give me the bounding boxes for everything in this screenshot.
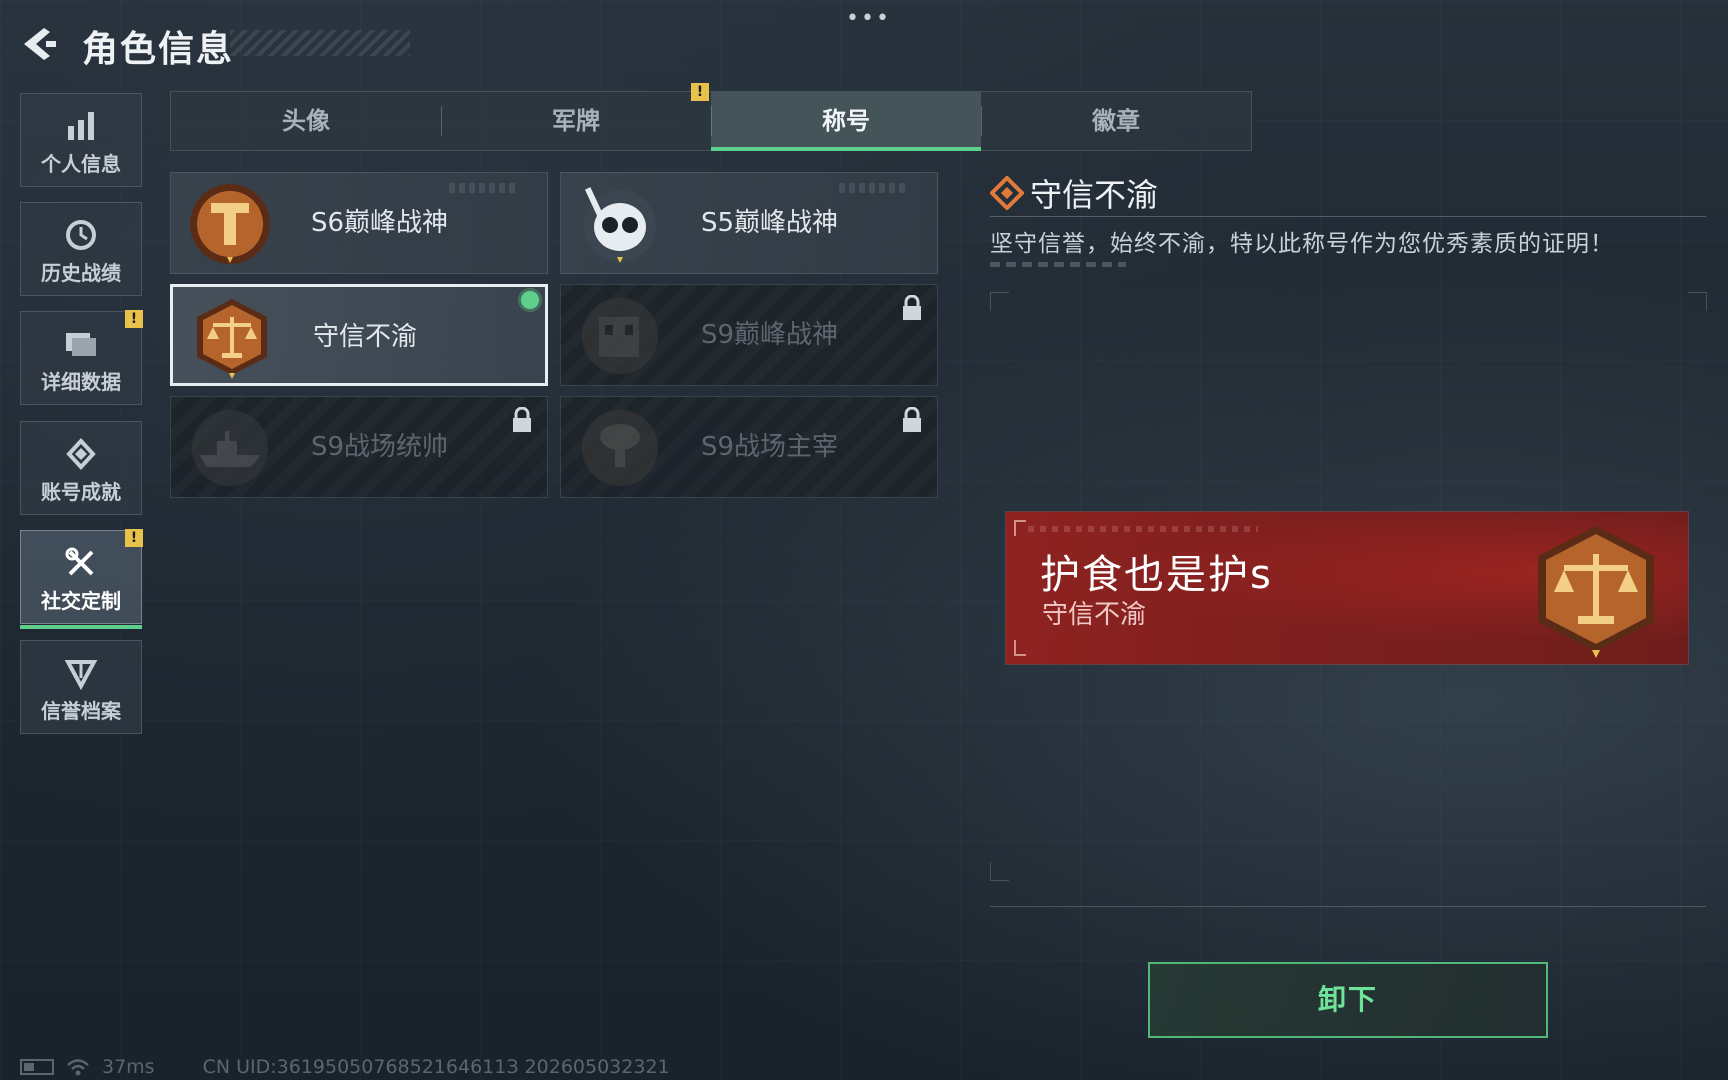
uid-text: CN UID:3619505076852164611З 202605032321 — [202, 1056, 670, 1078]
preview-title: 守信不渝 — [1042, 600, 1147, 630]
tab-avatar[interactable]: 头像 — [171, 92, 441, 150]
t-shield-emblem-icon — [190, 184, 270, 264]
title-card-label: S6巅峰战神 — [311, 208, 449, 238]
title-card-label: S9战场主宰 — [701, 432, 839, 462]
description-decoration — [990, 262, 1126, 267]
sidebar-item-label: 个人信息 — [41, 152, 121, 176]
back-arrow-icon[interactable] — [20, 24, 60, 64]
sidebar-item-credit-record[interactable]: 信誉档案 — [20, 640, 142, 734]
sidebar-item-achievements[interactable]: 账号成就 — [20, 421, 142, 515]
diamond-title-icon — [990, 176, 1024, 210]
bar-chart-icon — [21, 108, 141, 144]
title-card-label: S9战场统帅 — [311, 432, 449, 462]
sidebar-item-match-history[interactable]: 历史战绩 — [20, 202, 142, 296]
more-options-icon[interactable]: ••• — [846, 6, 891, 31]
sidebar-item-label: 详细数据 — [41, 370, 121, 394]
tab-title[interactable]: 称号 — [711, 92, 981, 151]
lock-icon — [903, 295, 921, 320]
tab-dog-tag[interactable]: 军牌 — [441, 92, 711, 150]
shield-icon — [21, 655, 141, 691]
title-card-label: 守信不渝 — [313, 322, 418, 352]
ship-emblem-icon — [192, 410, 268, 486]
unequip-button[interactable]: 卸下 — [1148, 962, 1548, 1038]
warning-badge: ! — [125, 310, 143, 328]
lock-icon — [513, 407, 531, 432]
divider — [990, 906, 1706, 907]
scales-emblem-icon — [1538, 526, 1654, 658]
title-card-locked[interactable]: S9巅峰战神 — [560, 284, 938, 386]
lock-icon — [903, 407, 921, 432]
clock-icon — [21, 217, 141, 253]
card-decoration — [839, 183, 909, 193]
title-card[interactable]: S6巅峰战神 — [170, 172, 548, 274]
selected-title-description: 坚守信誉，始终不渝，特以此称号作为您优秀素质的证明！ — [990, 231, 1614, 257]
frame-corner — [990, 862, 1009, 881]
scales-emblem-icon — [197, 299, 267, 379]
page-title: 角色信息 — [82, 29, 235, 70]
sidebar-item-label: 账号成就 — [41, 480, 121, 504]
title-card[interactable]: S5巅峰战神 — [560, 172, 938, 274]
title-category-tabs: 头像 军牌 称号 徽章 — [170, 91, 1252, 151]
sidebar-item-personal-info[interactable]: 个人信息 — [20, 93, 142, 187]
status-bar: 37ms CN UID:3619505076852164611З 2026050… — [20, 1056, 670, 1078]
equipped-indicator-icon — [521, 291, 539, 309]
tools-icon — [21, 545, 141, 581]
wifi-icon — [67, 1059, 89, 1076]
folder-icon — [21, 326, 141, 362]
achievement-icon — [21, 436, 141, 472]
title-card-locked[interactable]: S9战场主宰 — [560, 396, 938, 498]
sidebar-item-label: 历史战绩 — [41, 261, 121, 285]
sidebar-item-social-custom[interactable]: 社交定制 ! — [20, 529, 143, 629]
card-decoration — [449, 183, 519, 193]
title-card-label: S5巅峰战神 — [701, 208, 839, 238]
title-preview-banner: 护食也是护s 守信不渝 — [1006, 512, 1688, 664]
title-decoration — [230, 30, 410, 56]
banner-decoration — [1028, 526, 1258, 532]
frame-corner — [990, 292, 1009, 311]
player-name: 护食也是护s — [1040, 552, 1273, 598]
title-card-selected[interactable]: 守信不渝 — [170, 284, 548, 386]
title-card-locked[interactable]: S9战场统帅 — [170, 396, 548, 498]
building-emblem-icon — [582, 298, 658, 374]
sidebar-item-label: 社交定制 — [41, 589, 121, 613]
title-card-label: S9巅峰战神 — [701, 320, 839, 350]
mushroom-cloud-emblem-icon — [582, 410, 658, 486]
warning-badge: ! — [691, 83, 709, 101]
warning-badge: ! — [125, 529, 143, 547]
divider — [990, 216, 1706, 217]
sidebar-item-detailed-data[interactable]: 详细数据 ! — [20, 310, 143, 405]
tab-badge[interactable]: 徽章 — [981, 92, 1251, 150]
sidebar-item-label: 信誉档案 — [41, 699, 121, 723]
battery-icon — [20, 1059, 54, 1075]
selected-title-name: 守信不渝 — [1030, 176, 1159, 214]
skull-diver-emblem-icon — [584, 187, 656, 263]
frame-corner — [1688, 292, 1707, 311]
ping-text: 37ms — [102, 1056, 155, 1078]
